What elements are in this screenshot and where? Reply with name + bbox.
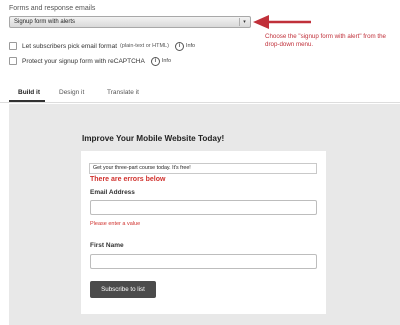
- builder-tabs: Build it Design it Translate it: [0, 84, 400, 103]
- first-name-field[interactable]: [90, 254, 317, 269]
- email-format-sublabel: (plain-text or HTML): [120, 43, 169, 49]
- form-type-select-value: Signup form with alerts: [14, 19, 76, 25]
- recaptcha-checkbox[interactable]: [9, 57, 17, 65]
- email-field[interactable]: [90, 200, 317, 215]
- recaptcha-info-link[interactable]: Info: [162, 58, 171, 64]
- email-error-message: Please enter a value: [90, 221, 141, 227]
- tab-design-it[interactable]: Design it: [59, 89, 84, 96]
- info-circle-icon[interactable]: i: [174, 41, 184, 51]
- error-banner: There are errors below: [90, 176, 166, 183]
- option-email-format: Let subscribers pick email format (plain…: [9, 41, 195, 51]
- info-circle-icon[interactable]: i: [150, 56, 160, 66]
- forms-section-label: Forms and response emails: [9, 5, 96, 12]
- option-recaptcha: Protect your signup form with reCAPTCHA …: [9, 56, 171, 66]
- first-name-label: First Name: [90, 242, 124, 249]
- form-headline: Improve Your Mobile Website Today!: [82, 134, 225, 143]
- annotation-callout: Choose the "signup form with alert" from…: [265, 33, 386, 49]
- chevron-down-icon[interactable]: ▾: [239, 18, 249, 26]
- promo-text-box[interactable]: Get your three-part course today. It's f…: [89, 163, 317, 174]
- email-label: Email Address: [90, 189, 135, 196]
- recaptcha-label: Protect your signup form with reCAPTCHA: [22, 57, 145, 65]
- left-arrow-icon: [253, 15, 311, 29]
- subscribe-button[interactable]: Subscribe to list: [90, 281, 156, 298]
- active-tab-indicator: [9, 100, 45, 102]
- tab-build-it[interactable]: Build it: [18, 89, 40, 96]
- form-type-select[interactable]: Signup form with alerts ▾: [9, 16, 251, 28]
- tab-translate-it[interactable]: Translate it: [107, 89, 139, 96]
- email-format-label: Let subscribers pick email format: [22, 42, 118, 50]
- email-format-checkbox[interactable]: [9, 42, 17, 50]
- email-format-info-link[interactable]: Info: [186, 43, 195, 49]
